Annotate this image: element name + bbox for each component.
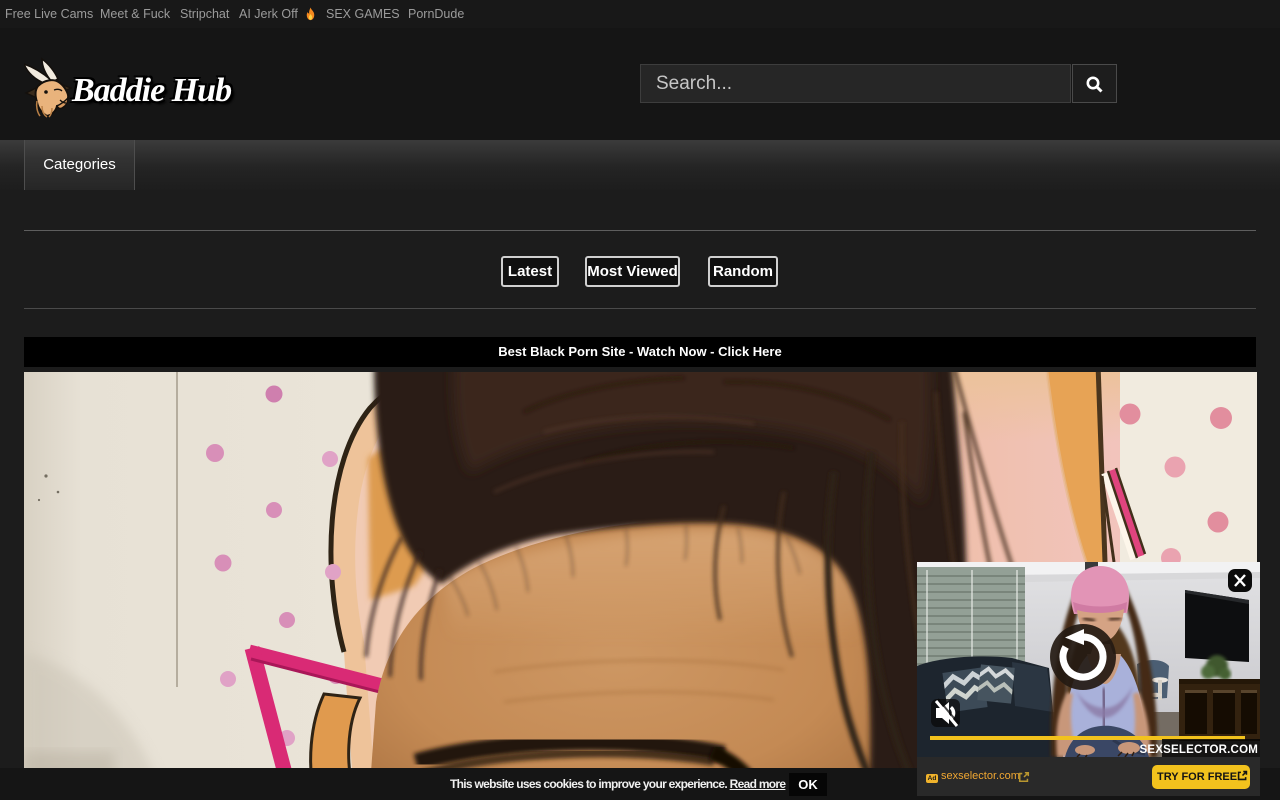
svg-text:SEXSELECTOR.COM: SEXSELECTOR.COM (1140, 744, 1258, 756)
